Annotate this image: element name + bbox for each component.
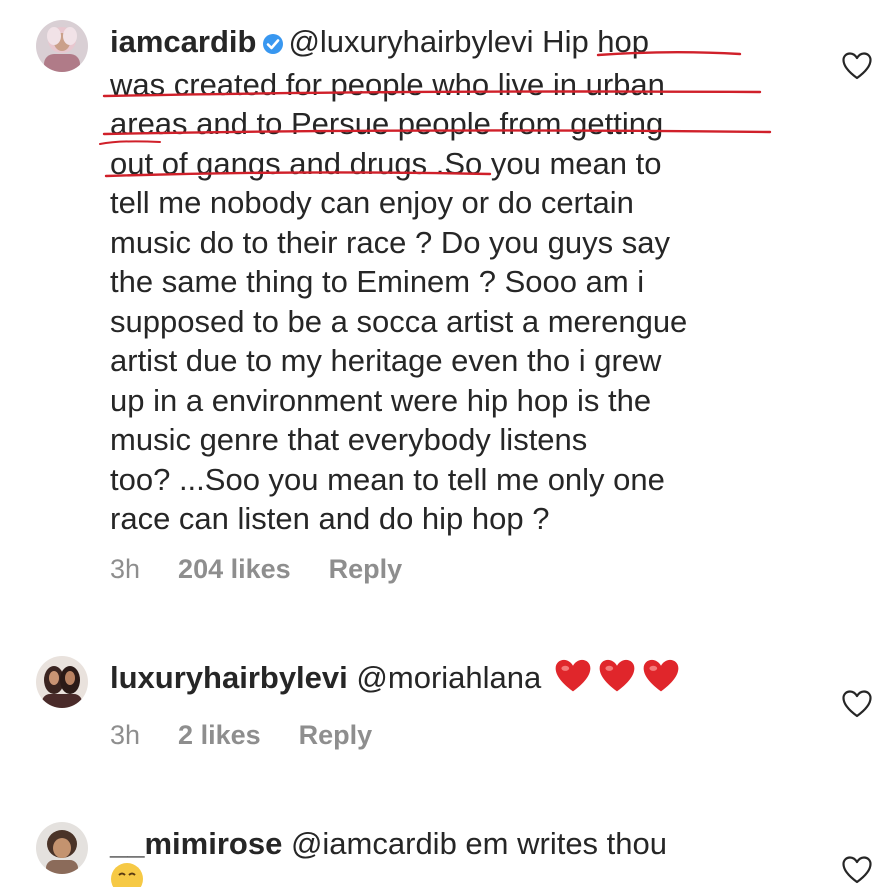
- reply-button[interactable]: Reply: [299, 720, 373, 751]
- comment-username[interactable]: luxuryhairbylevi: [110, 660, 348, 695]
- red-heart-icon: [641, 658, 681, 704]
- avatar[interactable]: [36, 822, 88, 874]
- comment-line: music genre that everybody listens: [110, 422, 588, 457]
- mention-link[interactable]: @moriahlana: [356, 660, 541, 695]
- likes-count[interactable]: 2 likes: [178, 720, 261, 751]
- comment-text: iamcardib @luxuryhairbylevi Hip hop was c…: [110, 22, 810, 539]
- comment-time: 3h: [110, 554, 141, 584]
- comment-time: 3h: [110, 720, 141, 750]
- comment-username[interactable]: __mimirose: [110, 826, 282, 861]
- comment-line: Hip hop: [533, 24, 650, 59]
- comment-line: race can listen and do hip hop ?: [110, 501, 550, 536]
- comment-meta: 3h 204 likes Reply: [110, 554, 402, 585]
- like-heart-icon[interactable]: [842, 52, 872, 80]
- avatar[interactable]: [36, 20, 88, 72]
- mention-link[interactable]: @iamcardib: [291, 826, 457, 861]
- red-heart-icon: [553, 658, 593, 704]
- comment-line: supposed to be a socca artist a merengue: [110, 303, 688, 339]
- comment-line: the same thing to Eminem ? Sooo am i: [110, 264, 645, 299]
- avatar[interactable]: [36, 656, 88, 708]
- comment-line: was created for people who live in urban: [110, 66, 665, 102]
- red-heart-icon: [597, 658, 637, 704]
- comment-line: music do to their race ? Do you guys say: [110, 224, 670, 260]
- comment-line: too? ...Soo you mean to tell me only one: [110, 461, 665, 497]
- comment-username[interactable]: iamcardib: [110, 24, 256, 59]
- weary-face-emoji-icon: [110, 862, 144, 887]
- comment-feed: iamcardib @luxuryhairbylevi Hip hop was c…: [0, 0, 892, 887]
- comment-meta: 3h 2 likes Reply: [110, 720, 372, 751]
- comment-line: up in a environment were hip hop is the: [110, 382, 652, 418]
- comment-line: out of gangs and drugs .So you mean to: [110, 145, 662, 181]
- comment-line: areas and to Persue people from getting: [110, 106, 664, 141]
- mention-link[interactable]: @luxuryhairbylevi: [288, 24, 533, 59]
- heart-emoji-group: [549, 659, 681, 695]
- like-heart-icon[interactable]: [842, 690, 872, 718]
- like-heart-icon[interactable]: [842, 856, 872, 884]
- comment-line: artist due to my heritage even tho i gre…: [110, 343, 662, 378]
- verified-badge-icon: [262, 25, 284, 65]
- comment-line: em writes thou: [456, 826, 668, 861]
- comment-line: tell me nobody can enjoy or do certain: [110, 185, 634, 220]
- reply-button[interactable]: Reply: [329, 554, 403, 585]
- likes-count[interactable]: 204 likes: [178, 554, 291, 585]
- comment-text: __mimirose @iamcardib em writes thou: [110, 824, 810, 864]
- comment-text: luxuryhairbylevi @moriahlana: [110, 658, 810, 704]
